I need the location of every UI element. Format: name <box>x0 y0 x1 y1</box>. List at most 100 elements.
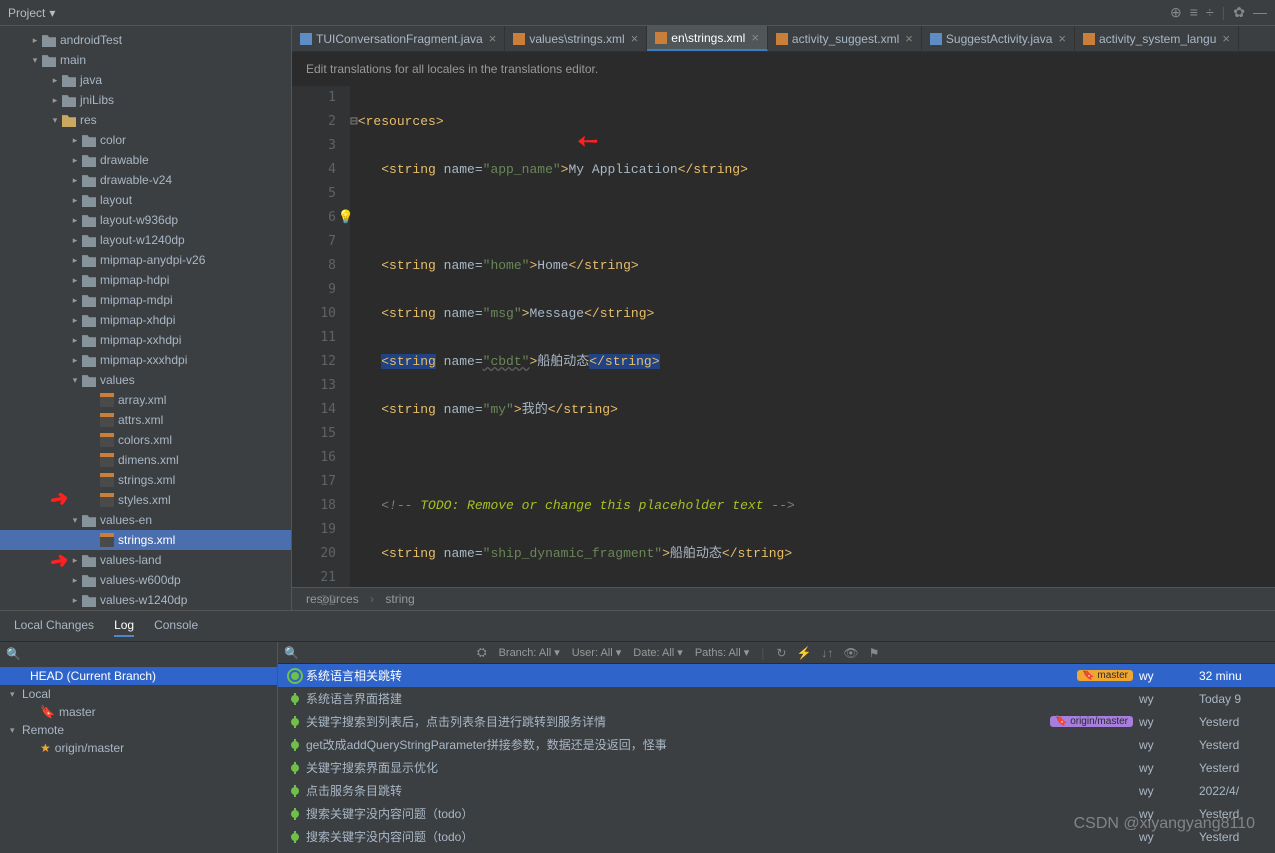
folder-java[interactable]: java <box>0 70 291 90</box>
folder-values-w1240dp[interactable]: values-w1240dp <box>0 590 291 610</box>
sort-icon[interactable]: ↓↑ <box>821 646 833 660</box>
folder-mipmap-hdpi[interactable]: mipmap-hdpi <box>0 270 291 290</box>
cherry-pick-icon[interactable]: ⚡ <box>796 646 811 660</box>
gear-icon[interactable]: ✿ <box>1233 4 1245 21</box>
branch-origin-master[interactable]: ★origin/master <box>0 739 277 757</box>
bulb-icon[interactable]: 💡 <box>338 206 354 230</box>
commit-author: wy <box>1139 830 1199 844</box>
commit-dot <box>291 833 299 841</box>
line-number: 2 <box>292 110 336 134</box>
file-dimens-xml[interactable]: dimens.xml <box>0 450 291 470</box>
file-attrs-xml[interactable]: attrs.xml <box>0 410 291 430</box>
commit-row[interactable]: 系统语言界面搭建wyToday 9 <box>278 687 1275 710</box>
close-icon[interactable]: × <box>751 30 759 45</box>
close-icon[interactable]: × <box>631 31 639 46</box>
filter-paths[interactable]: Paths: All ▾ <box>695 646 749 659</box>
code[interactable]: ⊟<resources> <string name="app_name">My … <box>350 86 1275 587</box>
commit-dot <box>291 718 299 726</box>
folder-values-land[interactable]: values-land <box>0 550 291 570</box>
commit-date: 32 minu <box>1199 669 1269 683</box>
breadcrumb[interactable]: resources › string <box>292 587 1275 610</box>
commit-row[interactable]: 系统语言相关跳转🔖 masterwy32 minu <box>278 664 1275 687</box>
branch-remote-group[interactable]: ▾Remote <box>0 721 277 739</box>
folder-layout-w936dp[interactable]: layout-w936dp <box>0 210 291 230</box>
line-number: 💡6 <box>292 206 336 230</box>
divide-icon[interactable]: ÷ <box>1206 4 1214 21</box>
branch-search-input[interactable] <box>25 646 271 661</box>
folder-androidtest[interactable]: androidTest <box>0 30 291 50</box>
tab-log[interactable]: Log <box>114 615 134 637</box>
expand-icon[interactable]: ≡ <box>1190 4 1198 21</box>
close-icon[interactable]: × <box>1222 31 1230 46</box>
editor-tab[interactable]: en\strings.xml× <box>647 26 768 51</box>
folder-values-w600dp[interactable]: values-w600dp <box>0 570 291 590</box>
target-icon[interactable]: ⊕ <box>1170 4 1182 21</box>
code-area[interactable]: ➘ 12345💡678910111213141516171819202122 ⊟… <box>292 86 1275 587</box>
file-styles-xml[interactable]: styles.xml <box>0 490 291 510</box>
close-icon[interactable]: × <box>489 31 497 46</box>
folder-res[interactable]: res <box>0 110 291 130</box>
folder-values-en[interactable]: values-en <box>0 510 291 530</box>
line-number: 11 <box>292 326 336 350</box>
line-number: 18 <box>292 494 336 518</box>
commit-date: Yesterd <box>1199 761 1269 775</box>
folder-drawable-v24[interactable]: drawable-v24 <box>0 170 291 190</box>
filter-date[interactable]: Date: All ▾ <box>633 646 683 659</box>
line-number: 17 <box>292 470 336 494</box>
folder-layout-w1240dp[interactable]: layout-w1240dp <box>0 230 291 250</box>
file-array-xml[interactable]: array.xml <box>0 390 291 410</box>
folder-mipmap-xxxhdpi[interactable]: mipmap-xxxhdpi <box>0 350 291 370</box>
editor-tab[interactable]: TUIConversationFragment.java× <box>292 26 505 51</box>
file-colors-xml[interactable]: colors.xml <box>0 430 291 450</box>
folder-mipmap-xhdpi[interactable]: mipmap-xhdpi <box>0 310 291 330</box>
tab-local-changes[interactable]: Local Changes <box>14 615 94 637</box>
editor-tab[interactable]: values\strings.xml× <box>505 26 647 51</box>
commit-row[interactable]: 点击服务条目跳转wy2022/4/ <box>278 779 1275 802</box>
commit-row[interactable]: 搜索关键字没内容问题（todo）wyYesterd <box>278 825 1275 848</box>
collapse-icon[interactable]: — <box>1253 4 1267 21</box>
vcs-tabs: Local Changes Log Console <box>0 611 1275 642</box>
folder-mipmap-xxhdpi[interactable]: mipmap-xxhdpi <box>0 330 291 350</box>
close-icon[interactable]: × <box>905 31 913 46</box>
folder-main[interactable]: main <box>0 50 291 70</box>
branch-local-group[interactable]: ▾Local <box>0 685 277 703</box>
file-strings-xml-en[interactable]: strings.xml <box>0 530 291 550</box>
commit-row[interactable]: 关键字搜索到列表后，点击列表条目进行跳转到服务详情🔖 origin/master… <box>278 710 1275 733</box>
project-dropdown[interactable]: Project ▾ <box>0 2 63 24</box>
top-bar: Project ▾ ⊕ ≡ ÷ | ✿ — <box>0 0 1275 26</box>
file-icon <box>776 33 788 45</box>
vcs-body: 🔍 HEAD (Current Branch) ▾Local 🔖master ▾… <box>0 642 1275 853</box>
editor-tab[interactable]: activity_suggest.xml× <box>768 26 922 51</box>
editor-tab[interactable]: activity_system_langu× <box>1075 26 1239 51</box>
branch-master[interactable]: 🔖master <box>0 703 277 721</box>
commit-dot <box>291 695 299 703</box>
filter-user[interactable]: User: All ▾ <box>572 646 622 659</box>
filter-branch[interactable]: Branch: All ▾ <box>499 646 560 659</box>
filter-settings-icon[interactable]: ⛭ <box>477 645 487 660</box>
project-label: Project <box>8 6 45 20</box>
folder-mipmap-mdpi[interactable]: mipmap-mdpi <box>0 290 291 310</box>
editor-tab[interactable]: SuggestActivity.java× <box>922 26 1075 51</box>
commit-search-input[interactable] <box>315 645 465 660</box>
vcs-branch-search[interactable]: 🔍 <box>0 642 277 665</box>
commit-row[interactable]: get改成addQueryStringParameter拼接参数，数据还是没返回… <box>278 733 1275 756</box>
commit-date: Yesterd <box>1199 807 1269 821</box>
folder-color[interactable]: color <box>0 130 291 150</box>
breadcrumb-string[interactable]: string <box>385 592 414 606</box>
folder-layout[interactable]: layout <box>0 190 291 210</box>
folder-values[interactable]: values <box>0 370 291 390</box>
commit-message: 系统语言相关跳转 <box>306 667 1077 684</box>
folder-mipmap-anydpi-v26[interactable]: mipmap-anydpi-v26 <box>0 250 291 270</box>
close-icon[interactable]: × <box>1058 31 1066 46</box>
tab-console[interactable]: Console <box>154 615 198 637</box>
folder-drawable[interactable]: drawable <box>0 150 291 170</box>
file-strings-xml[interactable]: strings.xml <box>0 470 291 490</box>
folder-jnilibs[interactable]: jniLibs <box>0 90 291 110</box>
eye-icon[interactable]: 👁 <box>843 646 858 660</box>
commit-row[interactable]: 关键字搜索界面显示优化wyYesterd <box>278 756 1275 779</box>
commit-dot <box>291 810 299 818</box>
commit-row[interactable]: 搜索关键字没内容问题（todo）wyYesterd <box>278 802 1275 825</box>
flag-icon[interactable]: ⚑ <box>869 646 880 660</box>
refresh-icon[interactable]: ↻ <box>776 646 786 660</box>
branch-head[interactable]: HEAD (Current Branch) <box>0 667 277 685</box>
